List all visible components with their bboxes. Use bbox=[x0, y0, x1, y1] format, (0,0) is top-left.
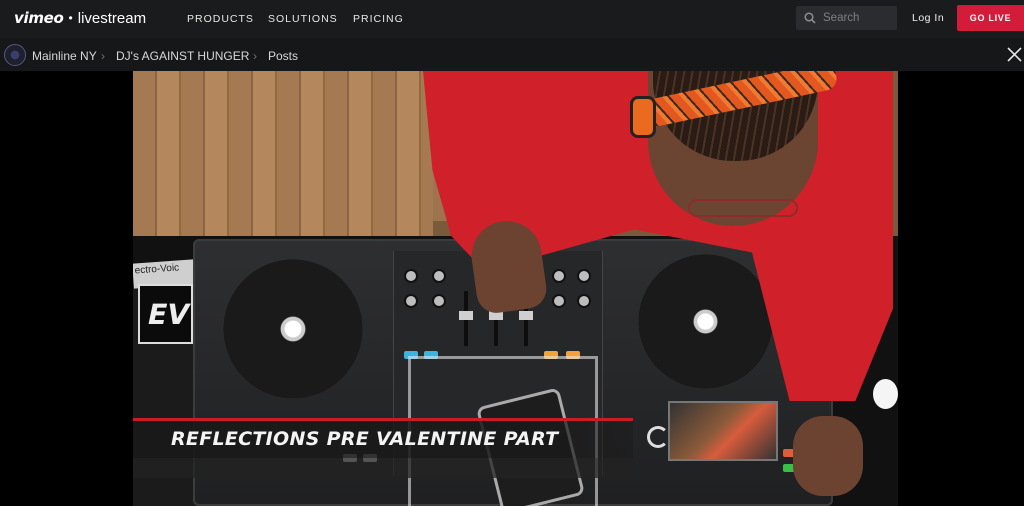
ev-logo-text: EV bbox=[144, 298, 193, 331]
nav-solutions[interactable]: SOLUTIONS bbox=[268, 13, 338, 25]
loading-spinner-icon bbox=[647, 426, 669, 448]
ev-logo-sign: EV bbox=[138, 284, 193, 344]
search-input[interactable] bbox=[823, 12, 893, 24]
lower-third-banner: REFLECTIONS PRE VALENTINE PART bbox=[133, 418, 633, 458]
chevron-right-icon: › bbox=[101, 49, 105, 63]
search-icon bbox=[804, 12, 816, 24]
login-link[interactable]: Log In bbox=[912, 12, 944, 24]
logo-product: livestream bbox=[77, 9, 147, 27]
logo-brand: vimeo bbox=[14, 9, 64, 27]
search-box[interactable] bbox=[796, 6, 897, 30]
lower-third-band bbox=[133, 458, 633, 478]
video-player[interactable]: ectro-Voic EV REFLECTIONS PRE VALENTINE … bbox=[133, 71, 898, 506]
logo-separator: • bbox=[68, 11, 73, 25]
breadcrumb-channel[interactable]: Mainline NY bbox=[32, 49, 97, 63]
headphone bbox=[630, 96, 656, 138]
chevron-right-icon: › bbox=[253, 49, 257, 63]
vimeo-livestream-logo[interactable]: vimeo • livestream bbox=[14, 8, 146, 28]
white-ball bbox=[873, 379, 898, 409]
nav-pricing[interactable]: PRICING bbox=[353, 13, 404, 25]
breadcrumb-event[interactable]: DJ's AGAINST HUNGER bbox=[116, 49, 249, 63]
top-nav: vimeo • livestream PRODUCTS SOLUTIONS PR… bbox=[0, 0, 1024, 38]
go-live-button[interactable]: GO LIVE bbox=[957, 5, 1024, 31]
left-jog-wheel bbox=[223, 259, 363, 399]
avatar[interactable] bbox=[4, 44, 26, 66]
glasses bbox=[688, 199, 798, 217]
dj-hand bbox=[793, 416, 863, 496]
video-frame-floor bbox=[133, 71, 433, 251]
nav-products[interactable]: PRODUCTS bbox=[187, 13, 254, 25]
close-icon[interactable] bbox=[1004, 44, 1024, 64]
breadcrumb-posts[interactable]: Posts bbox=[268, 49, 298, 63]
stream-title: REFLECTIONS PRE VALENTINE PART bbox=[171, 428, 559, 450]
